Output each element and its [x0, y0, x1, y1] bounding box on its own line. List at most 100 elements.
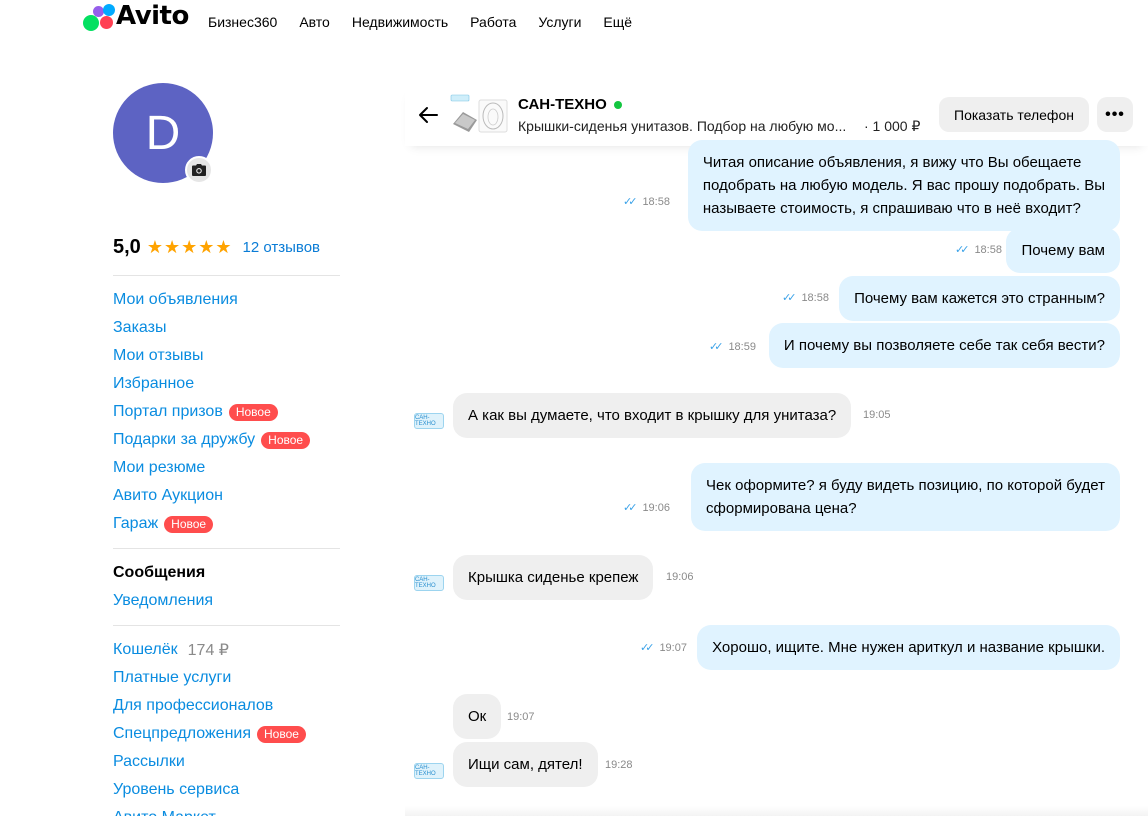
sidebar-item[interactable]: Авито Аукцион — [113, 482, 310, 510]
message-time: ✓✓ 18:58 — [955, 243, 1002, 257]
message-text-line: Ок — [468, 708, 487, 725]
incoming-message[interactable]: Ок — [453, 694, 502, 739]
new-badge: Новое — [257, 725, 306, 743]
nav-auto[interactable]: Авто — [299, 14, 330, 30]
outgoing-message[interactable]: Чек оформите? я буду видеть позицию, по … — [691, 463, 1120, 531]
sidebar-item[interactable]: Сообщения — [113, 559, 213, 587]
sidebar-item[interactable]: Уведомления — [113, 587, 213, 615]
camera-icon — [192, 164, 206, 176]
read-checkmarks-icon: ✓✓ — [782, 292, 797, 304]
message-time-text: 18:58 — [974, 243, 1002, 256]
message-text-line: Ищи сам, дятел! — [468, 756, 583, 773]
seller-avatar-icon[interactable]: САН-ТЕХНО — [414, 575, 444, 591]
sidebar-menu-messages: Сообщения Уведомления — [113, 559, 213, 615]
chat-header: САН-ТЕХНО Крышки-сиденья унитазов. Подбо… — [405, 84, 1148, 146]
sidebar-item[interactable]: Уровень сервиса — [113, 776, 306, 804]
sidebar-item-label: Мои резюме — [113, 459, 206, 476]
new-badge: Новое — [261, 431, 311, 449]
message-time: ✓✓ 18:58 — [782, 291, 829, 305]
sidebar-item[interactable]: Для профессионалов — [113, 692, 306, 720]
sidebar-item-label: Кошелёк — [113, 641, 178, 658]
seller-avatar-icon[interactable]: САН-ТЕХНО — [414, 763, 444, 779]
sidebar-item-label: Уровень сервиса — [113, 781, 240, 798]
read-checkmarks-icon: ✓✓ — [640, 642, 655, 654]
nav-business360[interactable]: Бизнес360 — [208, 14, 277, 30]
change-photo-button[interactable] — [185, 156, 213, 184]
message-text-line: Читая описание объявления, я вижу что Вы… — [702, 154, 1082, 171]
divider — [113, 275, 340, 276]
message-time: ✓✓ 18:59 — [709, 340, 756, 354]
outgoing-message[interactable]: Почему вам кажется это странным? — [839, 276, 1120, 321]
profile-rating: 5,0 ★★★★★ 12 отзывов — [113, 236, 320, 259]
logo-text: Avito — [116, 1, 189, 31]
sidebar-item[interactable]: Кошелёк 174 ₽ — [113, 636, 306, 664]
message-text-line: Хорошо, ищите. Мне нужен ариткул и назва… — [712, 639, 1105, 656]
message-time: ✓✓ 19:06 — [623, 501, 670, 515]
message-time-text: 19:07 — [659, 641, 687, 654]
nav-realty[interactable]: Недвижимость — [352, 14, 448, 30]
show-phone-button[interactable]: Показать телефон — [939, 97, 1089, 132]
reviews-link[interactable]: 12 отзывов — [243, 239, 321, 256]
read-checkmarks-icon: ✓✓ — [709, 341, 724, 353]
message-text-line: Почему вам — [1021, 242, 1105, 259]
message-text-line: Чек оформите? я буду видеть позицию, по … — [706, 477, 1105, 494]
message-time: 19:28 — [605, 759, 633, 771]
read-checkmarks-icon: ✓✓ — [623, 196, 638, 208]
sidebar-item[interactable]: Гараж Новое — [113, 510, 310, 538]
nav-more[interactable]: Ещё — [603, 14, 632, 30]
message-text-line: Крышка сиденье крепеж — [468, 569, 639, 586]
sidebar-item[interactable]: Портал призов Новое — [113, 398, 310, 426]
sidebar-item-label: Для профессионалов — [113, 697, 274, 714]
outgoing-message[interactable]: Хорошо, ищите. Мне нужен ариткул и назва… — [697, 625, 1120, 670]
avatar-letter: D — [145, 106, 181, 160]
sidebar-menu-services: Кошелёк 174 ₽ Платные услуги Для профессион… — [113, 636, 306, 816]
message-time-text: 19:05 — [863, 409, 891, 421]
more-dots-icon: ••• — [1105, 105, 1125, 123]
message-time-text: 19:06 — [642, 501, 670, 514]
message-time: 19:07 — [507, 711, 535, 723]
listing-price: · 1 000 ₽ — [864, 118, 921, 134]
sidebar-item[interactable]: Мои объявления — [113, 286, 310, 314]
wallet-balance: 174 ₽ — [187, 642, 229, 659]
sidebar-item[interactable]: Платные услуги — [113, 664, 306, 692]
sidebar-item[interactable]: Мои резюме — [113, 454, 310, 482]
message-time-text: 18:58 — [642, 195, 670, 208]
sidebar-item[interactable]: Спецпредложения Новое — [113, 720, 306, 748]
avito-logo[interactable]: Avito — [82, 1, 194, 33]
new-badge: Новое — [164, 515, 214, 533]
message-text-line: называете стоимость, я спрашиваю что в н… — [702, 200, 1081, 217]
message-time-text: 18:58 — [801, 291, 829, 304]
listing-thumbnail[interactable] — [449, 94, 511, 136]
top-bar: Avito Бизнес360 Авто Недвижимость Работа… — [0, 0, 1148, 44]
sidebar-item[interactable]: Избранное — [113, 370, 310, 398]
listing-info[interactable]: Крышки-сиденья унитазов. Подбор на любую… — [518, 118, 920, 135]
sidebar-item[interactable]: Авито Маркет — [113, 804, 306, 816]
toilet-seat-image-icon — [450, 94, 508, 133]
incoming-message[interactable]: А как вы думаете, что входит в крышку дл… — [453, 393, 852, 438]
message-text-line: А как вы думаете, что входит в крышку дл… — [468, 407, 837, 424]
message-time-text: 19:28 — [605, 759, 633, 771]
sidebar-item-label: Избранное — [113, 375, 195, 392]
sidebar-item-label: Авито Маркет — [113, 809, 216, 816]
outgoing-message[interactable]: Почему вам — [1006, 228, 1120, 273]
outgoing-message[interactable]: Читая описание объявления, я вижу что Вы… — [687, 140, 1120, 231]
more-options-button[interactable]: ••• — [1097, 97, 1133, 132]
seller-avatar-icon[interactable]: САН-ТЕХНО — [414, 413, 444, 429]
sidebar-item-label: Мои объявления — [113, 291, 238, 308]
incoming-message[interactable]: Ищи сам, дятел! — [453, 742, 598, 787]
back-button[interactable] — [417, 104, 439, 126]
read-checkmarks-icon: ✓✓ — [623, 502, 638, 514]
nav-services[interactable]: Услуги — [538, 14, 581, 30]
sidebar-item[interactable]: Подарки за дружбу Новое — [113, 426, 311, 454]
sidebar-menu-main: Мои объявления Заказы Мои отзывы Избранное П… — [113, 286, 311, 538]
message-text-line: подобрать на любую модель. Я вас прошу п… — [702, 177, 1105, 194]
nav-jobs[interactable]: Работа — [470, 14, 516, 30]
sidebar-item[interactable]: Рассылки — [113, 748, 306, 776]
sidebar-item[interactable]: Заказы — [113, 314, 310, 342]
outgoing-message[interactable]: И почему вы позволяете себе так себя вес… — [768, 323, 1120, 368]
sidebar-item[interactable]: Мои отзывы — [113, 342, 310, 370]
incoming-message[interactable]: Крышка сиденье крепеж — [453, 555, 654, 600]
read-checkmarks-icon: ✓✓ — [955, 244, 970, 256]
seller-name[interactable]: САН-ТЕХНО — [518, 96, 622, 113]
sidebar-item-label: Спецпредложения — [113, 725, 251, 742]
